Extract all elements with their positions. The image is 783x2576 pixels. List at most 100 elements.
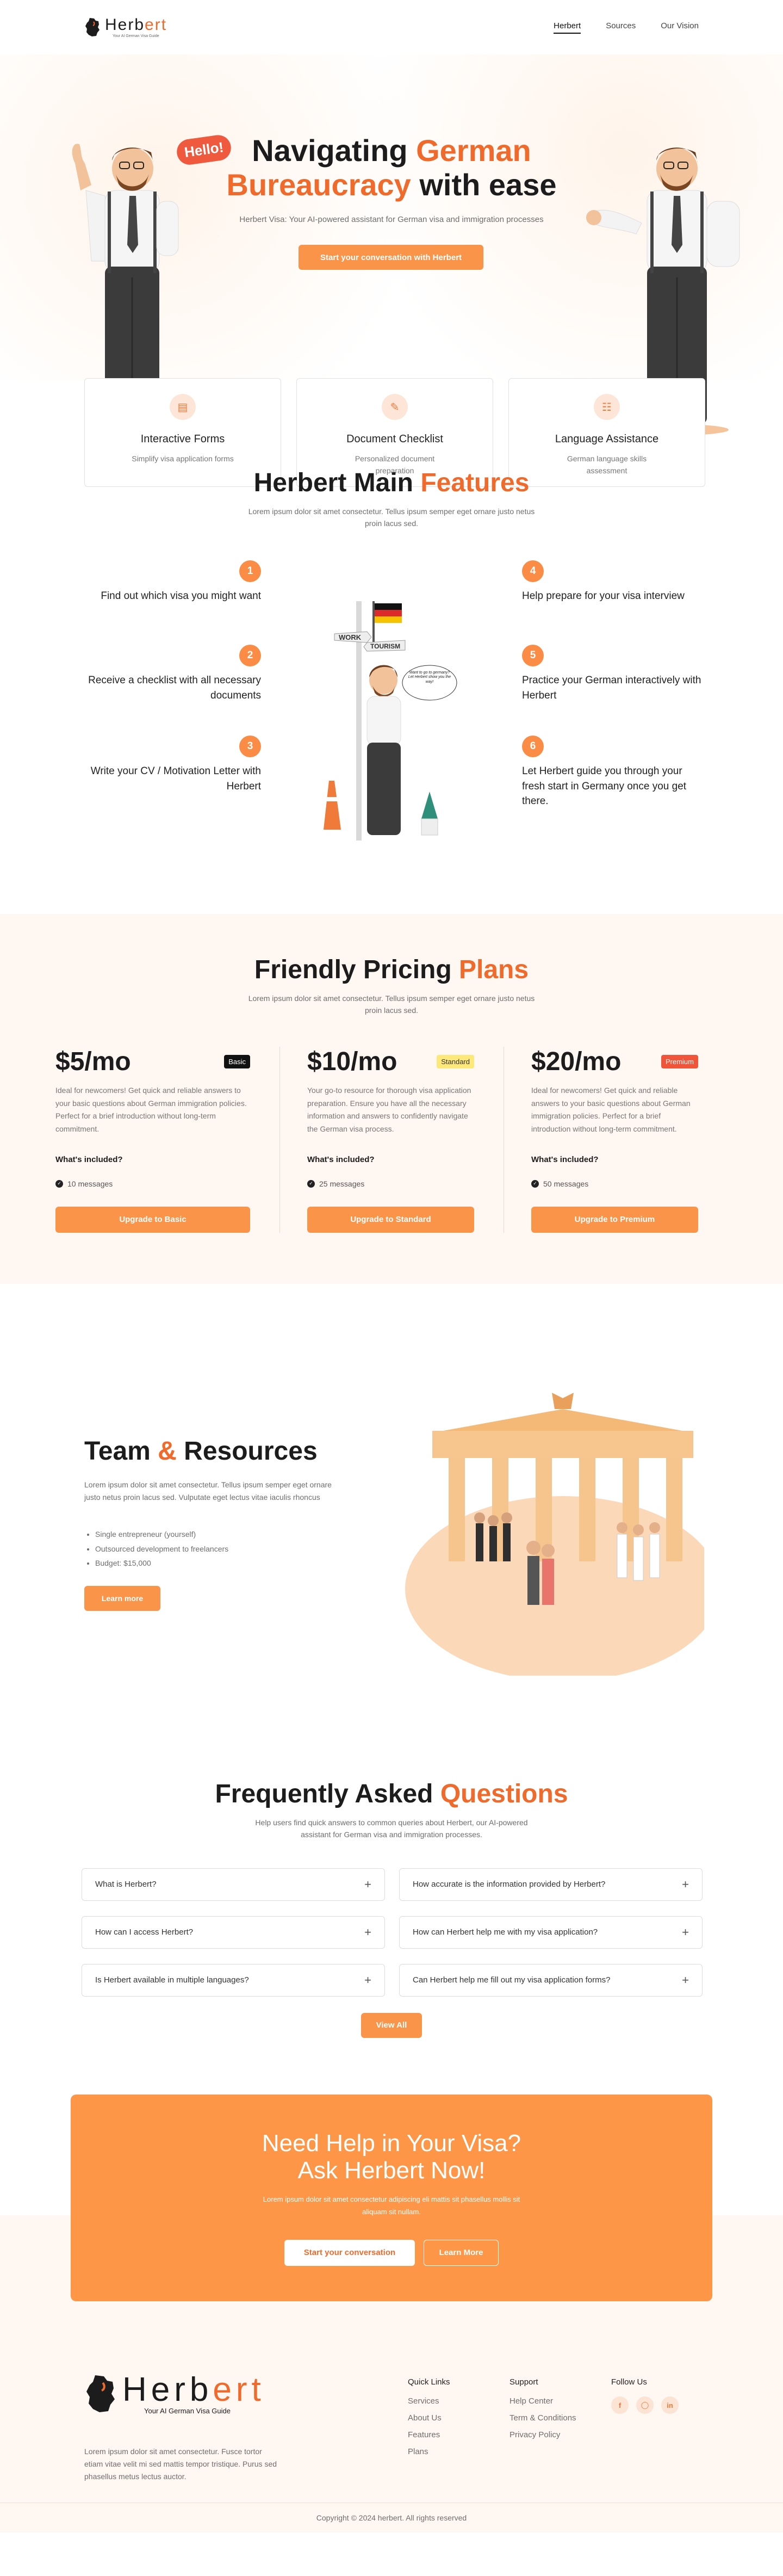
check-icon: ✓ — [307, 1179, 315, 1188]
plan-included-label: What's included? — [307, 1154, 375, 1164]
plan-description: Ideal for newcomers! Get quick and relia… — [531, 1085, 691, 1134]
feature-number: 1 — [239, 560, 261, 582]
faq-item[interactable]: Can Herbert help me fill out my visa app… — [399, 1963, 703, 1997]
plan-messages: ✓ 10 messages — [55, 1179, 250, 1188]
faq-item[interactable]: How accurate is the information provided… — [399, 1868, 703, 1901]
cta-title-line-2: Ask Herbert Now! — [297, 2157, 486, 2184]
feature-text: Find out which visa you might want — [101, 590, 261, 602]
cta-section: Need Help in Your Visa? Ask Herbert Now! … — [0, 2095, 783, 2379]
hero-title-part-2: with ease — [411, 168, 557, 202]
nav-link-sources[interactable]: Sources — [606, 21, 636, 34]
form-icon: ▤ — [170, 394, 196, 420]
cta-title-line-1: Need Help in Your Visa? — [262, 2130, 521, 2157]
brand-logo[interactable]: Herbert Your AI German Visa Guide — [84, 15, 167, 38]
plan-messages: ✓ 50 messages — [531, 1179, 698, 1188]
feature-item-4: 4 Help prepare for your visa interview — [522, 560, 701, 604]
feature-text: Practice your German interactively with … — [522, 675, 701, 701]
plan-badge: Premium — [661, 1054, 698, 1068]
pricing-section: Friendly Pricing Plans Lorem ipsum dolor… — [0, 914, 783, 1284]
faq-question: Is Herbert available in multiple languag… — [95, 1975, 249, 1985]
linkedin-icon[interactable]: in — [661, 2396, 679, 2414]
feature-number: 6 — [522, 736, 544, 757]
upgrade-premium-button[interactable]: Upgrade to Premium — [531, 1206, 698, 1233]
sign-tourism-label: TOURISM — [370, 643, 400, 650]
feature-text: Receive a checklist with all necessary d… — [88, 675, 261, 701]
team-title: Team & Resources — [84, 1436, 318, 1466]
check-icon: ✓ — [531, 1179, 539, 1188]
faq-item[interactable]: What is Herbert? + — [82, 1868, 385, 1901]
start-conversation-button[interactable]: Start your conversation with Herbert — [299, 245, 483, 270]
faq-title: Frequently Asked Questions — [0, 1779, 783, 1809]
germany-map-icon — [86, 2375, 115, 2412]
footer-link-privacy[interactable]: Privacy Policy — [509, 2430, 576, 2439]
faq-list: What is Herbert? + How accurate is the in… — [82, 1868, 783, 1997]
team-title-amp: & — [158, 1437, 177, 1466]
footer-logo[interactable]: Herbert Your AI German Visa Guide — [84, 2372, 265, 2416]
instagram-icon[interactable]: ◯ — [636, 2396, 654, 2414]
team-list: Single entrepreneur (yourself) Outsource… — [95, 1527, 228, 1571]
faq-item[interactable]: How can I access Herbert? + — [82, 1916, 385, 1949]
footer-brand-word-a: Herb — [122, 2370, 213, 2408]
features-title-highlight: Features — [420, 468, 530, 497]
cta-title: Need Help in Your Visa? Ask Herbert Now! — [71, 2130, 712, 2184]
footer-link-plans[interactable]: Plans — [408, 2447, 450, 2456]
plan-messages-text: 50 messages — [543, 1179, 589, 1188]
cta-learn-more-button[interactable]: Learn More — [424, 2239, 499, 2266]
plan-messages: ✓ 25 messages — [307, 1179, 474, 1188]
hero-title-highlight-2: Bureaucracy — [226, 168, 411, 202]
footer-link-about-us[interactable]: About Us — [408, 2413, 450, 2423]
feature-item-3: 3 Write your CV / Motivation Letter with… — [82, 736, 261, 794]
team-text: Lorem ipsum dolor sit amet consectetur. … — [84, 1480, 332, 1502]
faq-question: How can Herbert help me with my visa app… — [413, 1928, 598, 1937]
team-title-part-2: Resources — [176, 1437, 318, 1466]
faq-subtitle: Help users find quick answers to common … — [255, 1818, 528, 1839]
cta-text: Lorem ipsum dolor sit amet consectetur a… — [263, 2195, 520, 2216]
signpost-illustration: WORK TOURISM Want to go to germany? Let … — [324, 601, 457, 841]
faq-question: How accurate is the information provided… — [413, 1880, 606, 1889]
footer-support: Support Help Center Term & Conditions Pr… — [509, 2377, 576, 2447]
brand-word-b: ert — [145, 15, 167, 34]
plus-icon: + — [364, 1973, 371, 1987]
plus-icon: + — [364, 1925, 371, 1939]
footer-col-title: Support — [509, 2377, 538, 2387]
plus-icon: + — [364, 1877, 371, 1891]
footer-text: Lorem ipsum dolor sit amet consectetur. … — [84, 2447, 277, 2481]
brand-tagline: Your AI German Visa Guide — [113, 34, 159, 38]
cta-start-conversation-button[interactable]: Start your conversation — [284, 2239, 415, 2266]
upgrade-basic-button[interactable]: Upgrade to Basic — [55, 1206, 250, 1233]
faq-item[interactable]: Is Herbert available in multiple languag… — [82, 1963, 385, 1997]
footer-link-terms[interactable]: Term & Conditions — [509, 2413, 576, 2423]
footer: Herbert Your AI German Visa Guide Lorem … — [0, 2350, 783, 2503]
plan-price: $10/mo — [307, 1047, 397, 1076]
team-section: Team & Resources Lorem ipsum dolor sit a… — [0, 1284, 783, 1779]
feature-item-5: 5 Practice your German interactively wit… — [522, 645, 701, 703]
facebook-icon[interactable]: f — [611, 2396, 629, 2414]
team-list-item: Single entrepreneur (yourself) — [95, 1527, 228, 1542]
learn-more-button[interactable]: Learn more — [84, 1586, 160, 1611]
plan-description: Your go-to resource for thorough visa ap… — [307, 1085, 471, 1134]
faq-title-highlight: Questions — [440, 1780, 568, 1808]
upgrade-standard-button[interactable]: Upgrade to Standard — [307, 1206, 474, 1233]
view-all-button[interactable]: View All — [361, 2012, 422, 2038]
plan-description: Ideal for newcomers! Get quick and relia… — [55, 1085, 247, 1134]
feature-number: 3 — [239, 736, 261, 757]
footer-link-help-center[interactable]: Help Center — [509, 2396, 576, 2406]
faq-item[interactable]: How can Herbert help me with my visa app… — [399, 1916, 703, 1949]
pricing-title-part: Friendly Pricing — [254, 955, 459, 984]
brandenburg-gate-illustration — [400, 1393, 704, 1676]
feature-card-title: Document Checklist — [346, 433, 443, 445]
document-icon: ✎ — [382, 394, 408, 420]
plan-included-label: What's included? — [531, 1154, 599, 1164]
footer-link-features[interactable]: Features — [408, 2430, 450, 2439]
footer-brand-word-b: ert — [213, 2370, 265, 2408]
pricing-subtitle: Lorem ipsum dolor sit amet consectetur. … — [248, 994, 535, 1015]
faq-question: What is Herbert? — [95, 1880, 157, 1889]
nav-link-our-vision[interactable]: Our Vision — [661, 21, 699, 34]
nav-link-herbert[interactable]: Herbert — [554, 21, 581, 34]
plan-standard: $10/mo Standard Your go-to resource for … — [279, 1046, 504, 1233]
footer-link-services[interactable]: Services — [408, 2396, 450, 2406]
feature-text: Write your CV / Motivation Letter with H… — [90, 765, 261, 792]
pricing-title: Friendly Pricing Plans — [0, 955, 783, 985]
pricing-plans: $5/mo Basic Ideal for newcomers! Get qui… — [0, 1046, 783, 1233]
footer-col-title: Follow Us — [611, 2377, 647, 2387]
